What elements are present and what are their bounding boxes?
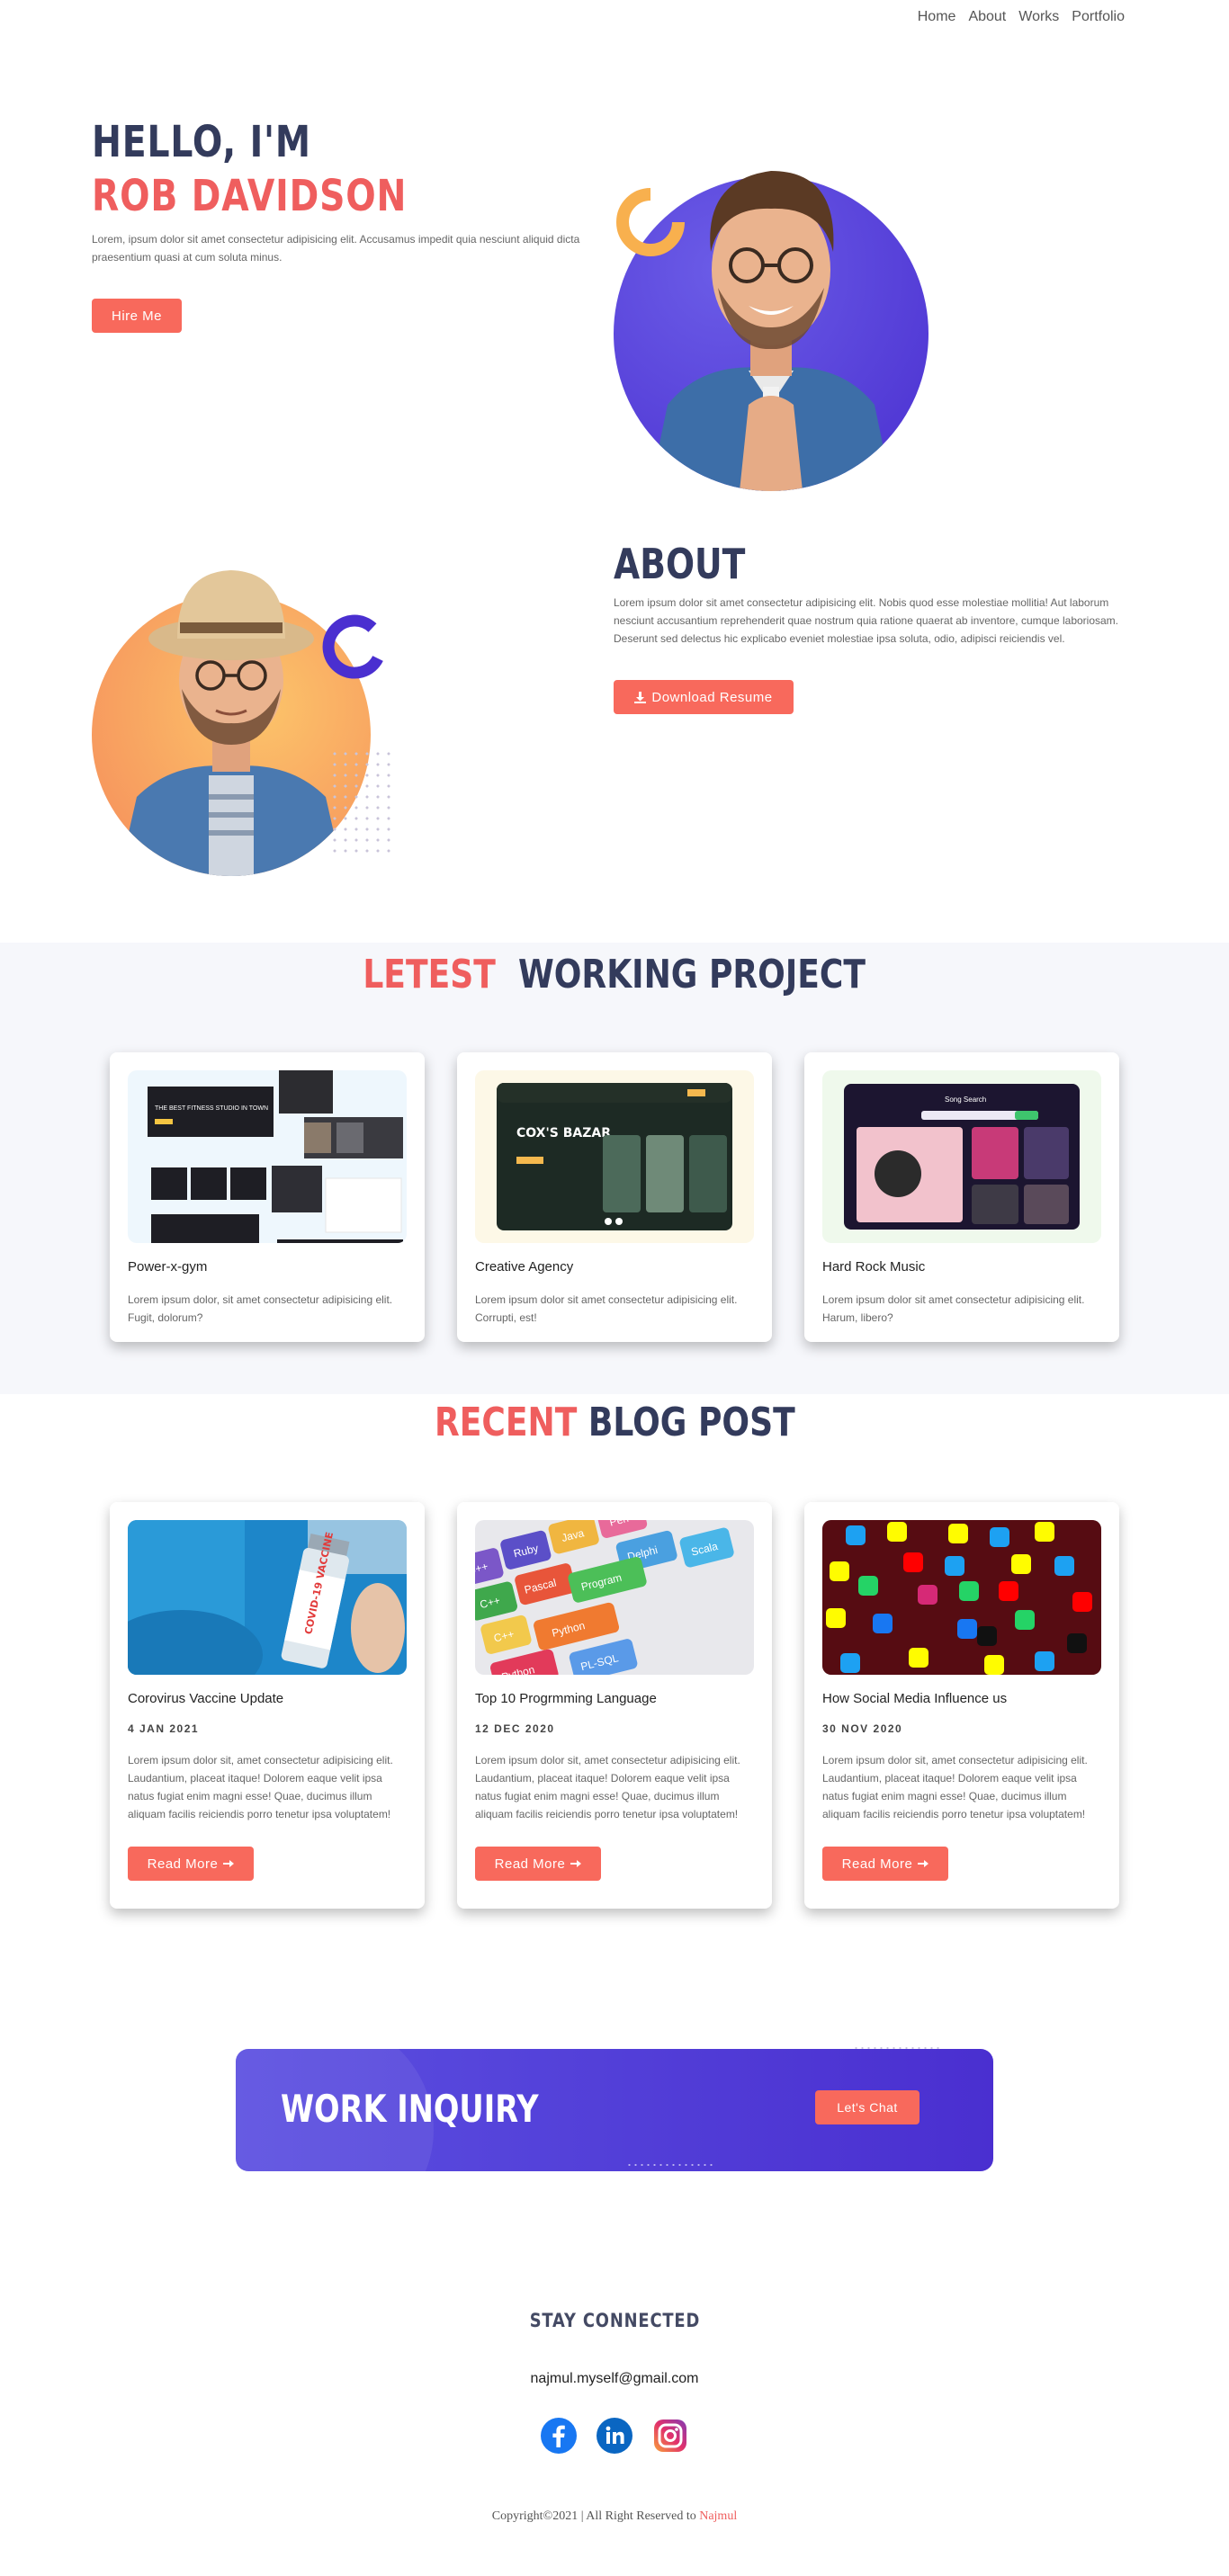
blog-post-title[interactable]: Top 10 Progrmming Language bbox=[475, 1691, 754, 1706]
project-name: Creative Agency bbox=[475, 1259, 574, 1275]
contact-email[interactable]: najmul.myself@gmail.com bbox=[0, 2371, 1229, 2387]
main-nav: Home About Works Portfolio bbox=[918, 9, 1125, 25]
blog-title: RECENT BLOG POST bbox=[0, 1400, 1229, 1445]
project-card[interactable]: THE BEST FITNESS STUDIO IN TOWN Power-x-… bbox=[110, 1052, 425, 1342]
read-more-label: Read More bbox=[147, 1856, 219, 1872]
read-more-button[interactable]: Read More bbox=[128, 1847, 254, 1881]
blog-post-date: 30 NOV 2020 bbox=[822, 1722, 903, 1735]
project-thumbnail: Song Search bbox=[822, 1070, 1101, 1243]
download-resume-button[interactable]: Download Resume bbox=[614, 680, 794, 714]
project-description: Lorem ipsum dolor, sit amet consectetur … bbox=[128, 1293, 393, 1324]
blog-image: C++ Ruby Java Perl C++ Pascal Delphi Pro… bbox=[475, 1520, 754, 1675]
project-thumbnail: COX'S BAZAR bbox=[475, 1070, 754, 1243]
arrow-right-icon bbox=[223, 1860, 235, 1867]
keyboard-image: C++ Ruby Java Perl C++ Pascal Delphi Pro… bbox=[475, 1520, 754, 1675]
nav-home-link[interactable]: Home bbox=[918, 9, 956, 25]
project-thumbnail: THE BEST FITNESS STUDIO IN TOWN bbox=[128, 1070, 407, 1243]
music-website-preview: Song Search bbox=[844, 1084, 1080, 1230]
download-resume-label: Download Resume bbox=[651, 689, 773, 705]
facebook-icon[interactable] bbox=[541, 2418, 577, 2454]
instagram-icon[interactable] bbox=[652, 2418, 688, 2454]
blog-image bbox=[822, 1520, 1101, 1675]
decorative-ring-purple bbox=[322, 614, 383, 679]
copyright-owner-link[interactable]: Najmul bbox=[699, 2509, 737, 2523]
vaccine-image: COVID-19 VACCINE bbox=[128, 1520, 407, 1675]
stay-connected-heading: STAY CONNECTED bbox=[0, 2310, 1229, 2332]
project-card[interactable]: COX'S BAZAR Creative Agency Lorem ipsum … bbox=[457, 1052, 772, 1342]
blog-card: How Social Media Influence us 30 NOV 202… bbox=[804, 1502, 1119, 1909]
download-icon bbox=[634, 691, 647, 703]
project-name: Hard Rock Music bbox=[822, 1259, 926, 1275]
projects-title-main: WORKING PROJECT bbox=[518, 952, 866, 997]
work-inquiry-title: WORK INQUIRY bbox=[281, 2087, 539, 2131]
work-inquiry-banner: WORK INQUIRY Let's Chat bbox=[236, 2049, 993, 2171]
hero-greeting: HELLO, I'M bbox=[92, 117, 311, 167]
hire-me-button[interactable]: Hire Me bbox=[92, 299, 182, 333]
blog-post-excerpt: Lorem ipsum dolor sit, amet consectetur … bbox=[822, 1754, 1088, 1820]
gym-preview-caption: THE BEST FITNESS STUDIO IN TOWN bbox=[155, 1105, 268, 1112]
read-more-label: Read More bbox=[494, 1856, 566, 1872]
blog-card: COVID-19 VACCINE Corovirus Vaccine Updat… bbox=[110, 1502, 425, 1909]
stay-connected-label: STAY CONNECTED bbox=[529, 2310, 700, 2331]
hero-name: ROB DAVIDSON bbox=[92, 171, 408, 221]
gym-website-preview: THE BEST FITNESS STUDIO IN TOWN bbox=[148, 1070, 403, 1243]
copyright-label: Copyright©2021 | All Right Reserved to bbox=[491, 2509, 700, 2523]
nav-portfolio-link[interactable]: Portfolio bbox=[1072, 9, 1125, 25]
project-description: Lorem ipsum dolor sit amet consectetur a… bbox=[822, 1293, 1085, 1324]
social-links bbox=[0, 2418, 1229, 2454]
decorative-dot-line bbox=[626, 2164, 716, 2166]
blog-image: COVID-19 VACCINE bbox=[128, 1520, 407, 1675]
lets-chat-button[interactable]: Let's Chat bbox=[815, 2090, 920, 2124]
linkedin-icon[interactable] bbox=[597, 2418, 632, 2454]
blog-post-excerpt: Lorem ipsum dolor sit, amet consectetur … bbox=[128, 1754, 393, 1820]
projects-title-accent: LETEST bbox=[363, 952, 497, 997]
decorative-ring-orange bbox=[616, 188, 685, 256]
arrow-right-icon bbox=[918, 1860, 929, 1867]
about-description: Lorem ipsum dolor sit amet consectetur a… bbox=[614, 596, 1118, 645]
blog-title-main: BLOG POST bbox=[588, 1400, 795, 1445]
about-title: ABOUT bbox=[614, 540, 746, 588]
project-description: Lorem ipsum dolor sit amet consectetur a… bbox=[475, 1293, 738, 1324]
projects-title: LETEST WORKING PROJECT bbox=[0, 952, 1229, 997]
blog-post-title[interactable]: Corovirus Vaccine Update bbox=[128, 1691, 407, 1706]
social-apps-image bbox=[822, 1520, 1101, 1675]
blog-post-title[interactable]: How Social Media Influence us bbox=[822, 1691, 1101, 1706]
music-preview-caption: Song Search bbox=[945, 1096, 986, 1104]
agency-website-preview: COX'S BAZAR bbox=[497, 1083, 732, 1230]
nav-works-link[interactable]: Works bbox=[1018, 9, 1059, 25]
read-more-button[interactable]: Read More bbox=[822, 1847, 948, 1881]
project-card[interactable]: Song Search Hard Rock Music Lorem ipsum … bbox=[804, 1052, 1119, 1342]
blog-card: C++ Ruby Java Perl C++ Pascal Delphi Pro… bbox=[457, 1502, 772, 1909]
read-more-label: Read More bbox=[841, 1856, 913, 1872]
hero-description: Lorem, ipsum dolor sit amet consectetur … bbox=[92, 233, 580, 264]
nav-about-link[interactable]: About bbox=[968, 9, 1006, 25]
arrow-right-icon bbox=[570, 1860, 582, 1867]
project-name: Power-x-gym bbox=[128, 1259, 208, 1275]
copyright-text: Copyright©2021 | All Right Reserved to N… bbox=[0, 2509, 1229, 2524]
blog-title-accent: RECENT bbox=[434, 1400, 578, 1445]
blog-post-date: 12 DEC 2020 bbox=[475, 1722, 555, 1735]
read-more-button[interactable]: Read More bbox=[475, 1847, 601, 1881]
blog-post-date: 4 JAN 2021 bbox=[128, 1722, 200, 1735]
blog-post-excerpt: Lorem ipsum dolor sit, amet consectetur … bbox=[475, 1754, 740, 1820]
agency-preview-caption: COX'S BAZAR bbox=[516, 1126, 611, 1140]
decorative-dots bbox=[329, 748, 392, 853]
